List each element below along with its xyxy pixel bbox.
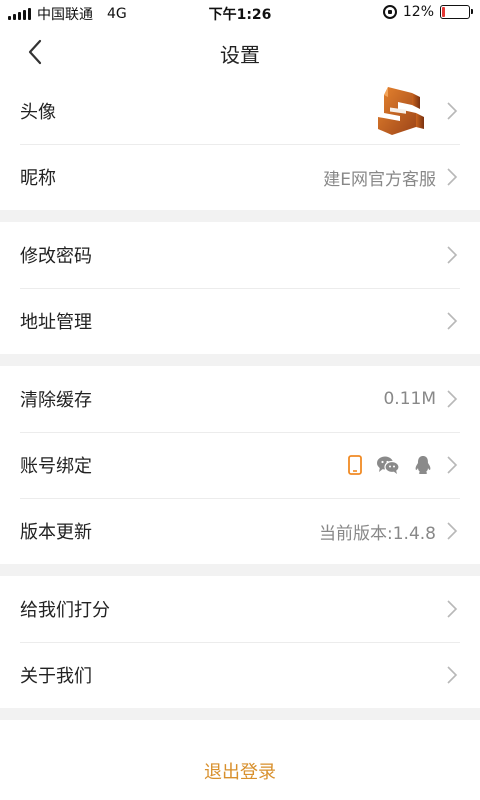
- chevron-right-icon: [447, 168, 458, 186]
- chevron-right-icon: [447, 666, 458, 684]
- rotation-lock-icon: [382, 5, 397, 19]
- chevron-right-icon: [447, 102, 458, 120]
- chevron-right-icon: [447, 312, 458, 330]
- version-update-row[interactable]: 版本更新 当前版本:1.4.8: [0, 498, 480, 564]
- cache-size: 0.11M: [383, 389, 436, 409]
- change-password-label: 修改密码: [20, 246, 92, 267]
- about-us-row[interactable]: 关于我们: [0, 642, 480, 708]
- about-us-label: 关于我们: [20, 666, 92, 687]
- battery-icon: [440, 5, 473, 19]
- clear-cache-label: 清除缓存: [20, 390, 92, 411]
- chevron-right-icon: [447, 246, 458, 264]
- phone-icon: [348, 455, 362, 475]
- change-password-row[interactable]: 修改密码: [0, 222, 480, 288]
- wechat-icon: [377, 456, 400, 474]
- battery-fill: [442, 7, 446, 17]
- logout-bar[interactable]: 退出登录: [0, 742, 480, 800]
- qq-icon: [415, 456, 431, 474]
- profile-section: 头像 昵称 建E网官方客服: [0, 78, 480, 210]
- chevron-right-icon: [447, 456, 458, 474]
- account-bind-row[interactable]: 账号绑定: [0, 432, 480, 498]
- avatar[interactable]: [372, 83, 428, 139]
- status-bar: 中国联通 4G 下午1:26 12%: [0, 0, 480, 26]
- battery-percent: 12%: [402, 4, 434, 20]
- page-title: 设置: [220, 43, 260, 67]
- address-label: 地址管理: [20, 312, 92, 333]
- address-row[interactable]: 地址管理: [0, 288, 480, 354]
- rate-us-row[interactable]: 给我们打分: [0, 576, 480, 642]
- chevron-right-icon: [447, 390, 458, 408]
- avatar-label: 头像: [20, 102, 56, 123]
- system-section: 清除缓存 0.11M 账号绑定 版本更新 当前版本:1.4.8: [0, 366, 480, 564]
- chevron-right-icon: [447, 600, 458, 618]
- version-value: 当前版本:1.4.8: [319, 523, 436, 544]
- account-bind-label: 账号绑定: [20, 456, 92, 477]
- logout-button[interactable]: 退出登录: [204, 758, 276, 784]
- account-section: 修改密码 地址管理: [0, 222, 480, 354]
- navbar: 设置: [0, 26, 480, 78]
- nickname-row[interactable]: 昵称 建E网官方客服: [0, 144, 480, 210]
- rate-us-label: 给我们打分: [20, 600, 110, 621]
- status-right: 12%: [382, 4, 473, 20]
- version-update-label: 版本更新: [20, 522, 92, 543]
- bind-icons: [348, 455, 432, 475]
- clear-cache-row[interactable]: 清除缓存 0.11M: [0, 366, 480, 432]
- about-section: 给我们打分 关于我们: [0, 576, 480, 708]
- avatar-row[interactable]: 头像: [0, 78, 480, 144]
- nickname-value: 建E网官方客服: [323, 169, 436, 190]
- nickname-label: 昵称: [20, 168, 56, 189]
- chevron-right-icon: [447, 522, 458, 540]
